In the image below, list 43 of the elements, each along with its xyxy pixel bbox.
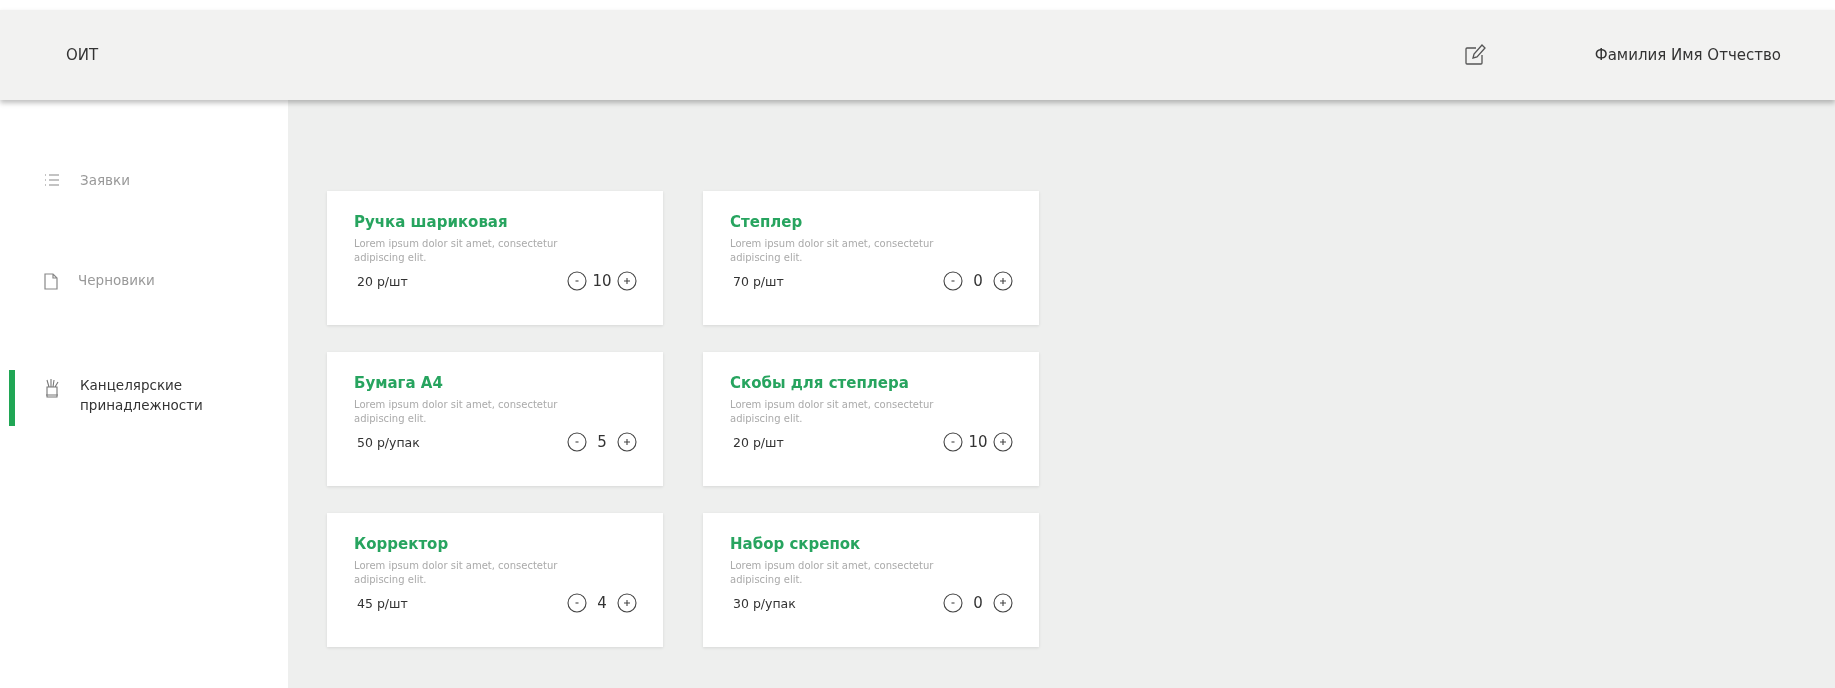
product-price: 70 р/шт: [732, 273, 785, 289]
product-description: Lorem ipsum dolor sit amet, consectetur adipiscing elit.: [730, 398, 935, 426]
increase-button[interactable]: [993, 593, 1013, 613]
product-name: Скобы для степлера: [730, 374, 910, 392]
increase-button[interactable]: [993, 271, 1013, 291]
product-name: Бумага А4: [354, 374, 444, 392]
product-description: Lorem ipsum dolor sit amet, consectetur adipiscing elit.: [730, 559, 935, 587]
decrease-button[interactable]: [943, 271, 963, 291]
user-name[interactable]: Фамилия Имя Отчество: [1594, 46, 1781, 64]
product-description: Lorem ipsum dolor sit amet, consectetur adipiscing elit.: [730, 237, 935, 265]
product-price: 45 р/шт: [356, 595, 409, 611]
product-name: Ручка шариковая: [354, 213, 509, 231]
edit-icon[interactable]: [1462, 43, 1487, 67]
product-description: Lorem ipsum dolor sit amet, consectetur adipiscing elit.: [354, 559, 559, 587]
product-name: Степлер: [730, 213, 804, 231]
document-icon: [44, 273, 58, 290]
quantity-value: 0: [972, 594, 984, 612]
product-description: Lorem ipsum dolor sit amet, consectetur adipiscing elit.: [354, 237, 559, 265]
decrease-button[interactable]: [567, 593, 587, 613]
product-price: 50 р/упак: [356, 434, 421, 450]
sidebar-item[interactable]: Канцелярские принадлежности: [0, 370, 288, 470]
logo: ОИТ: [66, 46, 100, 64]
list-icon: [44, 173, 60, 187]
decrease-button[interactable]: [943, 432, 963, 452]
increase-button[interactable]: [617, 271, 637, 291]
decrease-button[interactable]: [943, 593, 963, 613]
product-price: 20 р/шт: [732, 434, 785, 450]
product-name: Набор скрепок: [730, 535, 862, 553]
quantity-value: 10: [967, 433, 989, 451]
increase-button[interactable]: [617, 593, 637, 613]
product-description: Lorem ipsum dolor sit amet, consectetur adipiscing elit.: [354, 398, 559, 426]
decrease-button[interactable]: [567, 432, 587, 452]
decrease-button[interactable]: [567, 271, 587, 291]
product-price: 20 р/шт: [356, 273, 409, 289]
quantity-value: 5: [596, 433, 608, 451]
quantity-value: 0: [972, 272, 984, 290]
quantity-value: 10: [591, 272, 613, 290]
increase-button[interactable]: [993, 432, 1013, 452]
quantity-value: 4: [596, 594, 608, 612]
product-price: 30 р/упак: [732, 595, 797, 611]
product-name: Корректор: [354, 535, 450, 553]
pencil-cup-icon: [44, 378, 60, 398]
increase-button[interactable]: [617, 432, 637, 452]
